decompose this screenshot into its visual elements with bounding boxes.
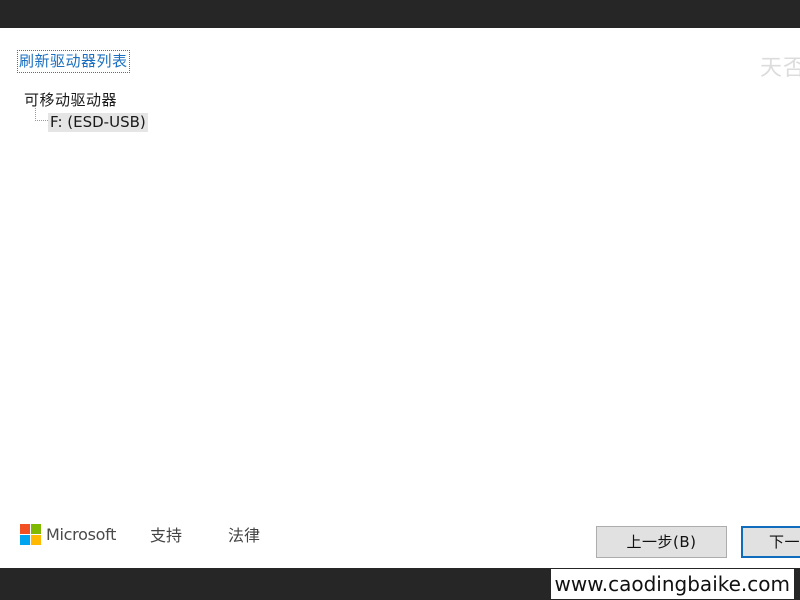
top-right-watermark: 天否 — [760, 56, 800, 81]
legal-link[interactable]: 法律 — [228, 526, 260, 546]
refresh-drive-list-link[interactable]: 刷新驱动器列表 — [17, 50, 130, 73]
back-button[interactable]: 上一步(B) — [596, 526, 727, 558]
tree-connector-line — [35, 106, 48, 121]
setup-dialog-content: 刷新驱动器列表 天否 可移动驱动器 F: (ESD-USB) Microsoft… — [0, 28, 800, 568]
drive-tree: 可移动驱动器 F: (ESD-USB) — [24, 90, 148, 132]
window-top-frame — [0, 0, 800, 28]
next-button[interactable]: 下一 — [741, 526, 800, 558]
microsoft-brand-text: Microsoft — [46, 525, 117, 544]
support-link[interactable]: 支持 — [150, 526, 182, 546]
site-watermark: www.caodingbaike.com — [550, 569, 794, 599]
microsoft-logo-icon — [20, 524, 41, 545]
window-bottom-frame: www.caodingbaike.com — [0, 568, 800, 600]
tree-item-drive-label[interactable]: F: (ESD-USB) — [48, 113, 148, 132]
tree-item-drive[interactable]: F: (ESD-USB) — [35, 106, 148, 132]
